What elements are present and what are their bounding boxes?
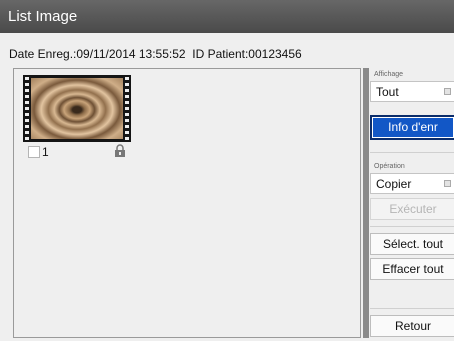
- clear-all-button[interactable]: Effacer tout: [370, 258, 454, 280]
- dropdown-icon: [444, 180, 451, 187]
- display-label: Affichage: [374, 71, 404, 78]
- display-select[interactable]: Tout: [370, 81, 454, 102]
- select-all-button[interactable]: Sélect. tout: [370, 233, 454, 255]
- display-select-value: Tout: [376, 85, 399, 99]
- film-strip-edge: [24, 75, 30, 146]
- image-thumbnail[interactable]: [23, 75, 131, 146]
- operation-label: Opération: [374, 163, 405, 170]
- record-info-button[interactable]: Info d'enr: [370, 115, 454, 140]
- operation-select-value: Copier: [376, 177, 412, 191]
- patient-info-line: Date Enreg.:09/11/2014 13:55:52 ID Patie…: [9, 47, 302, 61]
- patient-id: ID Patient:00123456: [192, 47, 302, 61]
- back-button[interactable]: Retour: [370, 315, 454, 337]
- dropdown-icon: [444, 88, 451, 95]
- record-date: Date Enreg.:09/11/2014 13:55:52: [9, 47, 186, 61]
- endoscopy-image: [31, 78, 123, 139]
- execute-button[interactable]: Exécuter: [370, 198, 454, 220]
- image-number: 1: [42, 145, 49, 159]
- film-strip-edge: [124, 75, 130, 146]
- divider: [370, 308, 454, 309]
- divider: [370, 226, 454, 227]
- title-bar: List Image: [0, 0, 454, 33]
- scrollbar[interactable]: [363, 68, 369, 338]
- divider: [370, 152, 454, 153]
- image-select-checkbox[interactable]: [28, 146, 40, 158]
- window-title: List Image: [8, 8, 78, 25]
- operation-select[interactable]: Copier: [370, 173, 454, 194]
- lock-icon: [115, 144, 125, 157]
